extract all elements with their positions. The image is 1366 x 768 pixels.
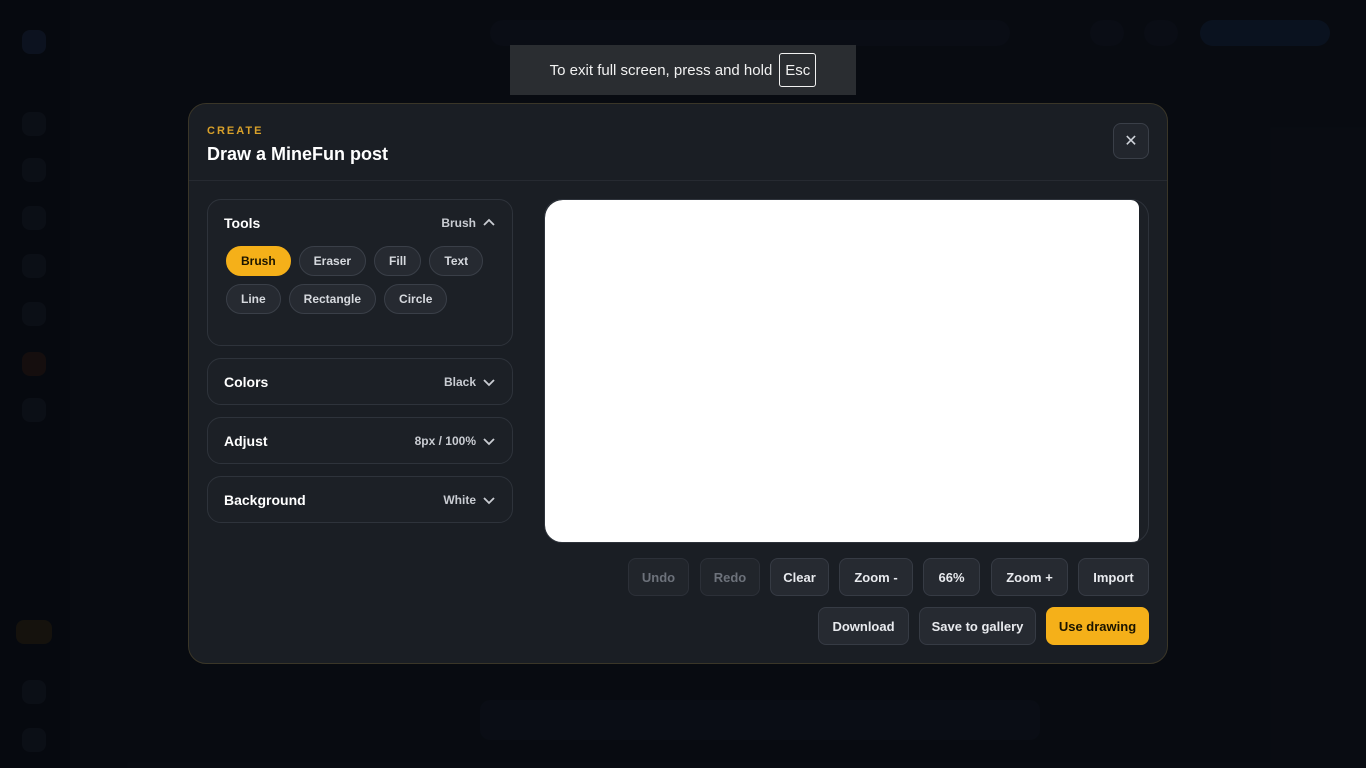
- tool-row: Brush Eraser Fill Text: [208, 246, 512, 276]
- background-panel-title: Background: [224, 492, 306, 508]
- fullscreen-notice: To exit full screen, press and hold Esc: [510, 45, 856, 95]
- adjust-panel[interactable]: Adjust 8px / 100%: [207, 417, 513, 464]
- modal-header: CREATE Draw a MineFun post ✕: [189, 104, 1167, 181]
- use-drawing-button[interactable]: Use drawing: [1046, 607, 1149, 645]
- save-to-gallery-button[interactable]: Save to gallery: [919, 607, 1036, 645]
- modal-eyebrow: CREATE: [207, 125, 264, 137]
- redo-button[interactable]: Redo: [700, 558, 760, 596]
- tool-text[interactable]: Text: [429, 246, 484, 276]
- chevron-down-icon: [483, 379, 495, 387]
- draw-post-modal: CREATE Draw a MineFun post ✕ Tools Brush…: [188, 103, 1168, 664]
- esc-key: Esc: [779, 53, 817, 87]
- undo-button[interactable]: Undo: [628, 558, 689, 596]
- chevron-down-icon: [483, 497, 495, 505]
- tools-panel-title: Tools: [224, 215, 261, 231]
- adjust-panel-header[interactable]: Adjust 8px / 100%: [208, 418, 512, 464]
- colors-panel-header[interactable]: Colors Black: [208, 359, 512, 405]
- zoom-in-button[interactable]: Zoom +: [991, 558, 1068, 596]
- modal-title: Draw a MineFun post: [207, 144, 389, 164]
- import-button[interactable]: Import: [1078, 558, 1149, 596]
- drawing-canvas[interactable]: [545, 200, 1139, 542]
- colors-panel-title: Colors: [224, 374, 269, 390]
- tool-fill[interactable]: Fill: [374, 246, 422, 276]
- background-panel-value: White: [443, 493, 476, 507]
- tool-line[interactable]: Line: [226, 284, 281, 314]
- tool-circle[interactable]: Circle: [384, 284, 448, 314]
- chevron-up-icon: [483, 218, 495, 226]
- tools-panel-header[interactable]: Tools Brush: [208, 200, 512, 246]
- adjust-panel-value: 8px / 100%: [414, 434, 476, 448]
- close-button[interactable]: ✕: [1113, 123, 1149, 159]
- close-icon: ✕: [1124, 133, 1138, 150]
- fullscreen-notice-text: To exit full screen, press and hold: [549, 61, 773, 79]
- background-panel-header[interactable]: Background White: [208, 477, 512, 523]
- zoom-level[interactable]: 66%: [923, 558, 980, 596]
- tool-row: Line Rectangle Circle: [208, 284, 512, 314]
- tool-brush[interactable]: Brush: [226, 246, 291, 276]
- background-panel[interactable]: Background White: [207, 476, 513, 523]
- download-button[interactable]: Download: [818, 607, 909, 645]
- tools-panel-value: Brush: [441, 216, 476, 230]
- tools-panel: Tools Brush Brush Eraser Fill Text Line …: [207, 199, 513, 346]
- colors-panel[interactable]: Colors Black: [207, 358, 513, 405]
- colors-panel-value: Black: [443, 375, 476, 389]
- adjust-panel-title: Adjust: [224, 433, 268, 449]
- chevron-down-icon: [483, 438, 495, 446]
- zoom-out-button[interactable]: Zoom -: [839, 558, 913, 596]
- tool-eraser[interactable]: Eraser: [298, 246, 367, 276]
- clear-button[interactable]: Clear: [770, 558, 829, 596]
- canvas-frame: [544, 199, 1149, 543]
- tool-rectangle[interactable]: Rectangle: [288, 284, 377, 314]
